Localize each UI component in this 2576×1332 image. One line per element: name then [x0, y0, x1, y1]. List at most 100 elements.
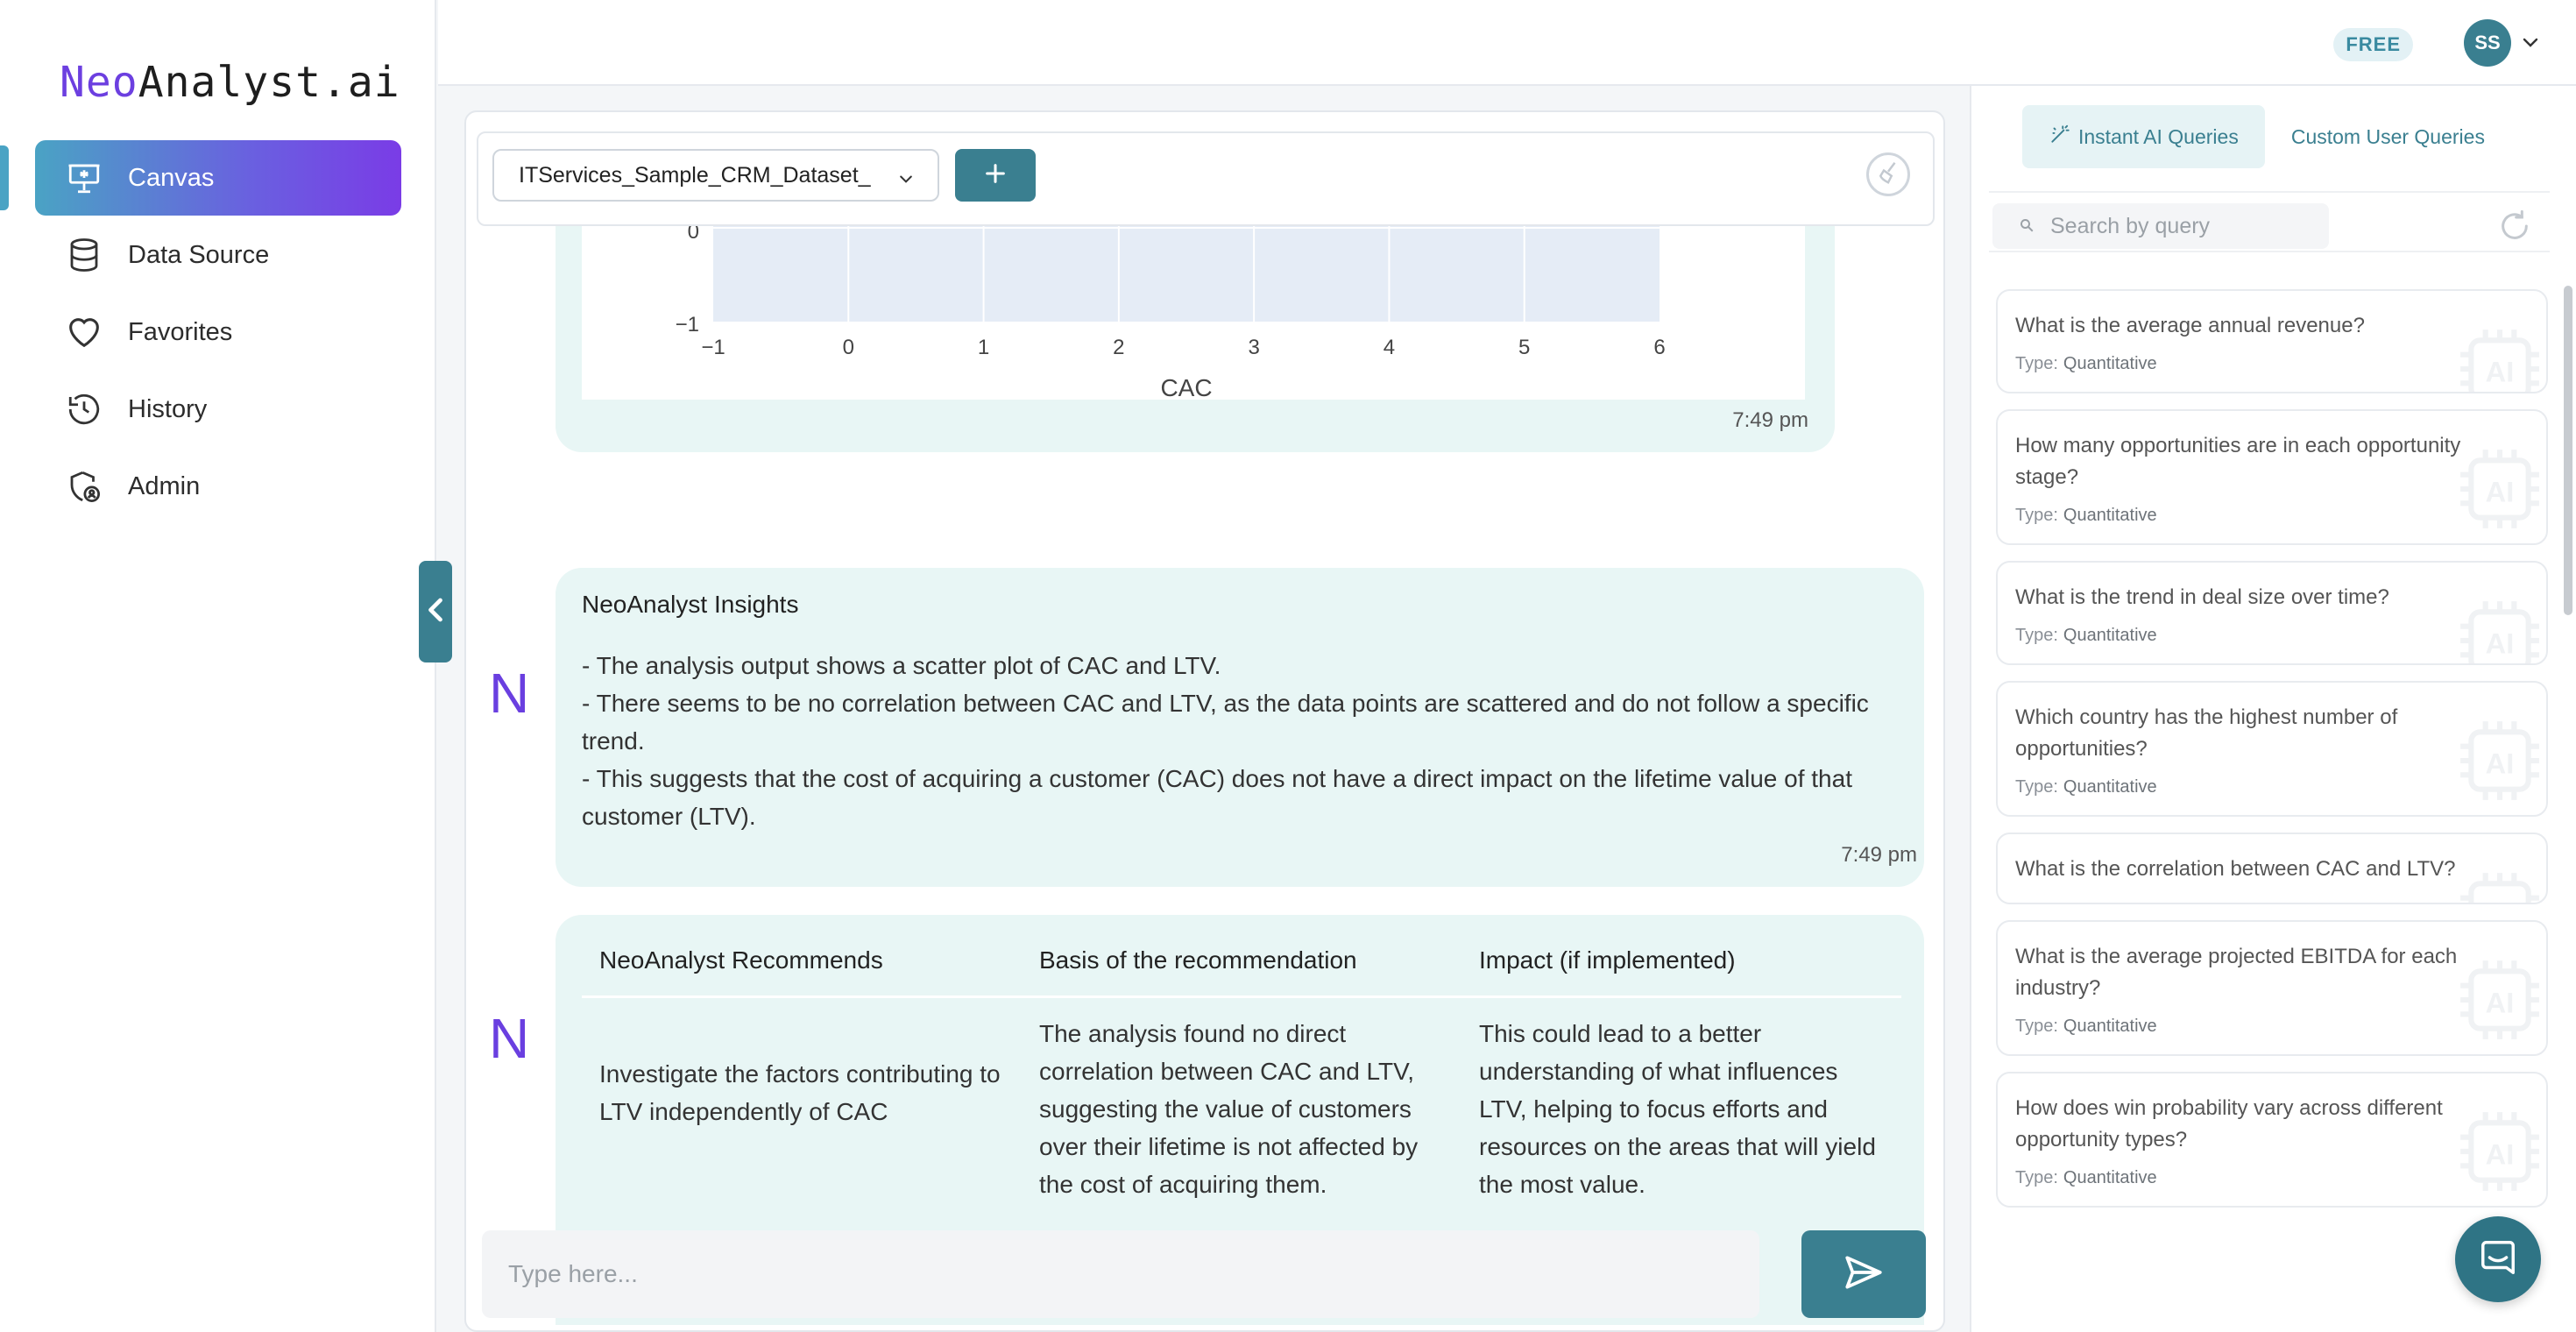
- send-button[interactable]: [1801, 1230, 1926, 1318]
- logo-neo: Neo: [60, 58, 138, 107]
- query-card[interactable]: AI Which country has the highest number o…: [1996, 681, 2548, 817]
- query-type-label: Type:: [2015, 626, 2058, 645]
- query-type: Type: Quantitative: [2015, 354, 2529, 374]
- query-question: What is the average projected EBITDA for…: [2015, 945, 2458, 1000]
- query-question: What is the correlation between CAC and …: [2015, 857, 2456, 881]
- query-card[interactable]: AI What is the correlation between CAC an…: [1996, 832, 2548, 904]
- scatter-plot-svg: 0 −1 −1 0 1 2 3 4 5 6 CAC: [676, 226, 1666, 401]
- sidebar-item-history[interactable]: History: [35, 372, 401, 447]
- logo-analyst: Analyst.ai: [138, 58, 400, 107]
- query-type-value: Quantitative: [2063, 1017, 2157, 1036]
- app-logo[interactable]: NeoAnalyst.ai: [60, 58, 400, 107]
- insight-line: - There seems to be no correlation betwe…: [582, 690, 1869, 755]
- support-chat-button[interactable]: [2455, 1216, 2541, 1302]
- sidebar-item-label: Data Source: [128, 240, 270, 269]
- query-type: Type: Quantitative: [2015, 1168, 2529, 1188]
- collapse-sidebar-button[interactable]: [419, 561, 452, 662]
- tab-label: Instant AI Queries: [2078, 124, 2239, 148]
- y-tick-label: −1: [676, 313, 699, 337]
- heart-icon: [63, 311, 105, 353]
- query-type: Type: Quantitative: [2015, 1017, 2529, 1037]
- query-type-value: Quantitative: [2063, 777, 2157, 797]
- canvas-toolbar: ITServices_Sample_CRM_Dataset_: [477, 131, 1935, 226]
- query-type-value: Quantitative: [2063, 626, 2157, 645]
- assistant-avatar: N: [489, 1007, 530, 1070]
- query-question: How many opportunities are in each oppor…: [2015, 434, 2461, 489]
- dataset-select-value: ITServices_Sample_CRM_Dataset_: [519, 162, 871, 188]
- sidebar: NeoAnalyst.ai Canvas Data Source Favorit…: [0, 0, 436, 1332]
- query-type-label: Type:: [2015, 506, 2058, 525]
- canvas-panel: ITServices_Sample_CRM_Dataset_ 0 −1 −1 0…: [464, 110, 1945, 1332]
- plus-icon: [983, 161, 1008, 190]
- query-card[interactable]: AI How many opportunities are in each opp…: [1996, 409, 2548, 545]
- insights-message: NeoAnalyst Insights - The analysis outpu…: [556, 568, 1924, 887]
- y-tick-label: 0: [688, 226, 699, 244]
- queries-panel: Instant AI Queries Custom User Queries S…: [1970, 86, 2576, 1332]
- add-dataset-button[interactable]: [955, 149, 1036, 202]
- query-type-label: Type:: [2015, 1017, 2058, 1036]
- query-type-value: Quantitative: [2063, 354, 2157, 373]
- query-card[interactable]: AI How does win probability vary across d…: [1996, 1072, 2548, 1208]
- x-tick-label: 5: [1518, 336, 1530, 359]
- refresh-icon[interactable]: [2497, 209, 2532, 248]
- magic-wand-icon: [2049, 123, 2071, 151]
- admin-icon: [63, 465, 105, 507]
- x-tick-label: 2: [1113, 336, 1124, 359]
- sidebar-item-label: Admin: [128, 471, 201, 500]
- active-nav-marker: [0, 145, 9, 210]
- sidebar-item-label: Favorites: [128, 317, 233, 346]
- tab-custom-user-queries[interactable]: Custom User Queries: [2265, 105, 2511, 168]
- search-placeholder: Search by query: [2050, 213, 2211, 238]
- query-list-scrollbar[interactable]: [2564, 286, 2572, 615]
- table-header: NeoAnalyst Recommends: [599, 946, 883, 974]
- chart-message: 0 −1 −1 0 1 2 3 4 5 6 CAC 7:49 pm: [556, 226, 1835, 452]
- history-icon: [63, 388, 105, 430]
- query-type: Type: Quantitative: [2015, 506, 2529, 526]
- query-tabs: Instant AI Queries Custom User Queries: [2022, 105, 2511, 168]
- dataset-select[interactable]: ITServices_Sample_CRM_Dataset_: [492, 149, 939, 202]
- sidebar-item-data-source[interactable]: Data Source: [35, 217, 401, 293]
- query-type-label: Type:: [2015, 1168, 2058, 1187]
- sidebar-item-label: Canvas: [128, 163, 215, 192]
- sidebar-item-label: History: [128, 394, 208, 423]
- x-tick-label: 3: [1248, 336, 1259, 359]
- table-divider: [582, 995, 1901, 998]
- x-axis-label: CAC: [1160, 374, 1212, 400]
- broom-icon: [1875, 159, 1901, 190]
- chat-bubble-icon: [2478, 1237, 2518, 1282]
- chevron-down-icon[interactable]: [2520, 32, 2541, 57]
- sidebar-item-canvas[interactable]: Canvas: [35, 140, 401, 216]
- query-type: Type: Quantitative: [2015, 626, 2529, 646]
- scatter-plot: 0 −1 −1 0 1 2 3 4 5 6 CAC: [582, 226, 1805, 401]
- query-card[interactable]: AI What is the average annual revenue? Typ…: [1996, 289, 2548, 393]
- query-search-input[interactable]: Search by query: [1992, 203, 2329, 249]
- query-question: How does win probability vary across dif…: [2015, 1096, 2443, 1151]
- canvas-icon: [63, 157, 105, 199]
- query-card[interactable]: AI What is the average projected EBITDA f…: [1996, 920, 2548, 1056]
- tab-instant-ai-queries[interactable]: Instant AI Queries: [2022, 105, 2265, 168]
- user-avatar[interactable]: SS: [2464, 19, 2511, 67]
- x-tick-label: 0: [843, 336, 854, 359]
- query-card[interactable]: AI What is the trend in deal size over ti…: [1996, 561, 2548, 665]
- send-icon: [1842, 1251, 1886, 1299]
- table-header: Basis of the recommendation: [1039, 946, 1357, 974]
- message-input[interactable]: Type here...: [482, 1230, 1759, 1318]
- query-type-label: Type:: [2015, 777, 2058, 797]
- search-icon: [2019, 214, 2035, 239]
- query-type: Type: Quantitative: [2015, 777, 2529, 797]
- query-list[interactable]: AI What is the average annual revenue? Typ…: [1996, 289, 2548, 1332]
- chat-messages[interactable]: 0 −1 −1 0 1 2 3 4 5 6 CAC 7:49 pm N NeoAnalyst …: [466, 226, 1943, 1325]
- sidebar-item-admin[interactable]: Admin: [35, 449, 401, 524]
- top-bar: FREE SS: [438, 0, 2576, 86]
- insights-title: NeoAnalyst Insights: [582, 591, 799, 618]
- x-tick-label: 4: [1384, 336, 1395, 359]
- query-question: Which country has the highest number of …: [2015, 705, 2398, 761]
- table-cell: Investigate the factors contributing to …: [599, 1060, 1001, 1125]
- query-search-row: Search by query: [1989, 191, 2550, 252]
- chevron-left-icon: [426, 597, 445, 627]
- assistant-avatar: N: [489, 662, 530, 725]
- chevron-down-icon: [897, 168, 915, 194]
- sidebar-item-favorites[interactable]: Favorites: [35, 294, 401, 370]
- clear-canvas-button[interactable]: [1866, 152, 1910, 196]
- tab-label: Custom User Queries: [2290, 124, 2485, 148]
